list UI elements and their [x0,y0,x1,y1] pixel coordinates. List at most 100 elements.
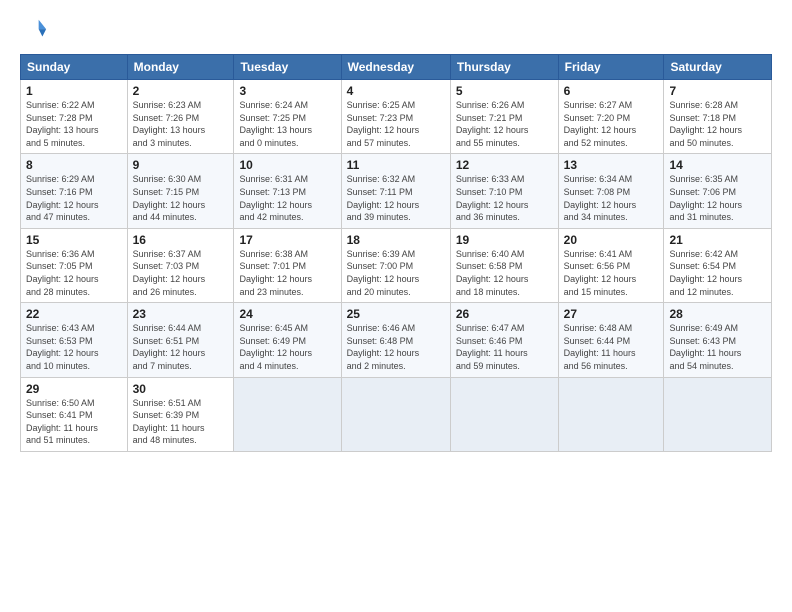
day-number: 10 [239,158,335,172]
day-info: Sunrise: 6:47 AMSunset: 6:46 PMDaylight:… [456,322,553,372]
day-cell: 19Sunrise: 6:40 AMSunset: 6:58 PMDayligh… [450,228,558,302]
day-cell [450,377,558,451]
day-number: 22 [26,307,122,321]
day-number: 21 [669,233,766,247]
day-info: Sunrise: 6:37 AMSunset: 7:03 PMDaylight:… [133,248,229,298]
day-cell: 5Sunrise: 6:26 AMSunset: 7:21 PMDaylight… [450,80,558,154]
day-number: 17 [239,233,335,247]
col-header-saturday: Saturday [664,55,772,80]
day-info: Sunrise: 6:49 AMSunset: 6:43 PMDaylight:… [669,322,766,372]
day-info: Sunrise: 6:24 AMSunset: 7:25 PMDaylight:… [239,99,335,149]
day-cell: 13Sunrise: 6:34 AMSunset: 7:08 PMDayligh… [558,154,664,228]
calendar-page: SundayMondayTuesdayWednesdayThursdayFrid… [0,0,792,612]
day-info: Sunrise: 6:22 AMSunset: 7:28 PMDaylight:… [26,99,122,149]
day-info: Sunrise: 6:50 AMSunset: 6:41 PMDaylight:… [26,397,122,447]
col-header-friday: Friday [558,55,664,80]
day-info: Sunrise: 6:29 AMSunset: 7:16 PMDaylight:… [26,173,122,223]
day-info: Sunrise: 6:25 AMSunset: 7:23 PMDaylight:… [347,99,445,149]
day-info: Sunrise: 6:41 AMSunset: 6:56 PMDaylight:… [564,248,659,298]
day-number: 7 [669,84,766,98]
day-info: Sunrise: 6:36 AMSunset: 7:05 PMDaylight:… [26,248,122,298]
day-info: Sunrise: 6:27 AMSunset: 7:20 PMDaylight:… [564,99,659,149]
day-number: 1 [26,84,122,98]
day-number: 23 [133,307,229,321]
header [20,16,772,44]
day-info: Sunrise: 6:46 AMSunset: 6:48 PMDaylight:… [347,322,445,372]
day-number: 13 [564,158,659,172]
day-cell: 25Sunrise: 6:46 AMSunset: 6:48 PMDayligh… [341,303,450,377]
day-cell: 4Sunrise: 6:25 AMSunset: 7:23 PMDaylight… [341,80,450,154]
week-row-5: 29Sunrise: 6:50 AMSunset: 6:41 PMDayligh… [21,377,772,451]
day-number: 12 [456,158,553,172]
day-cell: 28Sunrise: 6:49 AMSunset: 6:43 PMDayligh… [664,303,772,377]
day-number: 5 [456,84,553,98]
col-header-tuesday: Tuesday [234,55,341,80]
calendar-table: SundayMondayTuesdayWednesdayThursdayFrid… [20,54,772,452]
day-cell: 24Sunrise: 6:45 AMSunset: 6:49 PMDayligh… [234,303,341,377]
day-number: 18 [347,233,445,247]
day-cell: 22Sunrise: 6:43 AMSunset: 6:53 PMDayligh… [21,303,128,377]
day-number: 29 [26,382,122,396]
day-cell: 9Sunrise: 6:30 AMSunset: 7:15 PMDaylight… [127,154,234,228]
week-row-1: 1Sunrise: 6:22 AMSunset: 7:28 PMDaylight… [21,80,772,154]
day-cell: 8Sunrise: 6:29 AMSunset: 7:16 PMDaylight… [21,154,128,228]
day-cell: 20Sunrise: 6:41 AMSunset: 6:56 PMDayligh… [558,228,664,302]
day-info: Sunrise: 6:44 AMSunset: 6:51 PMDaylight:… [133,322,229,372]
day-info: Sunrise: 6:43 AMSunset: 6:53 PMDaylight:… [26,322,122,372]
day-cell: 30Sunrise: 6:51 AMSunset: 6:39 PMDayligh… [127,377,234,451]
day-info: Sunrise: 6:34 AMSunset: 7:08 PMDaylight:… [564,173,659,223]
day-info: Sunrise: 6:38 AMSunset: 7:01 PMDaylight:… [239,248,335,298]
day-cell [664,377,772,451]
day-number: 20 [564,233,659,247]
day-info: Sunrise: 6:35 AMSunset: 7:06 PMDaylight:… [669,173,766,223]
day-number: 16 [133,233,229,247]
day-info: Sunrise: 6:26 AMSunset: 7:21 PMDaylight:… [456,99,553,149]
day-info: Sunrise: 6:31 AMSunset: 7:13 PMDaylight:… [239,173,335,223]
day-number: 30 [133,382,229,396]
day-cell: 29Sunrise: 6:50 AMSunset: 6:41 PMDayligh… [21,377,128,451]
day-info: Sunrise: 6:23 AMSunset: 7:26 PMDaylight:… [133,99,229,149]
day-info: Sunrise: 6:40 AMSunset: 6:58 PMDaylight:… [456,248,553,298]
day-number: 4 [347,84,445,98]
day-cell [341,377,450,451]
day-info: Sunrise: 6:51 AMSunset: 6:39 PMDaylight:… [133,397,229,447]
day-cell [558,377,664,451]
day-info: Sunrise: 6:42 AMSunset: 6:54 PMDaylight:… [669,248,766,298]
day-cell: 27Sunrise: 6:48 AMSunset: 6:44 PMDayligh… [558,303,664,377]
day-number: 8 [26,158,122,172]
day-cell: 15Sunrise: 6:36 AMSunset: 7:05 PMDayligh… [21,228,128,302]
day-info: Sunrise: 6:48 AMSunset: 6:44 PMDaylight:… [564,322,659,372]
week-row-4: 22Sunrise: 6:43 AMSunset: 6:53 PMDayligh… [21,303,772,377]
week-row-3: 15Sunrise: 6:36 AMSunset: 7:05 PMDayligh… [21,228,772,302]
day-number: 14 [669,158,766,172]
day-info: Sunrise: 6:33 AMSunset: 7:10 PMDaylight:… [456,173,553,223]
day-number: 19 [456,233,553,247]
day-number: 25 [347,307,445,321]
day-number: 28 [669,307,766,321]
day-number: 11 [347,158,445,172]
day-number: 6 [564,84,659,98]
day-cell: 10Sunrise: 6:31 AMSunset: 7:13 PMDayligh… [234,154,341,228]
day-cell: 18Sunrise: 6:39 AMSunset: 7:00 PMDayligh… [341,228,450,302]
day-info: Sunrise: 6:39 AMSunset: 7:00 PMDaylight:… [347,248,445,298]
day-cell: 12Sunrise: 6:33 AMSunset: 7:10 PMDayligh… [450,154,558,228]
day-number: 26 [456,307,553,321]
day-cell: 11Sunrise: 6:32 AMSunset: 7:11 PMDayligh… [341,154,450,228]
day-cell: 3Sunrise: 6:24 AMSunset: 7:25 PMDaylight… [234,80,341,154]
day-number: 27 [564,307,659,321]
day-cell: 14Sunrise: 6:35 AMSunset: 7:06 PMDayligh… [664,154,772,228]
logo-icon [20,16,48,44]
day-info: Sunrise: 6:28 AMSunset: 7:18 PMDaylight:… [669,99,766,149]
week-row-2: 8Sunrise: 6:29 AMSunset: 7:16 PMDaylight… [21,154,772,228]
day-info: Sunrise: 6:45 AMSunset: 6:49 PMDaylight:… [239,322,335,372]
day-number: 24 [239,307,335,321]
day-cell: 26Sunrise: 6:47 AMSunset: 6:46 PMDayligh… [450,303,558,377]
day-cell: 1Sunrise: 6:22 AMSunset: 7:28 PMDaylight… [21,80,128,154]
day-info: Sunrise: 6:32 AMSunset: 7:11 PMDaylight:… [347,173,445,223]
header-row: SundayMondayTuesdayWednesdayThursdayFrid… [21,55,772,80]
col-header-thursday: Thursday [450,55,558,80]
day-cell: 6Sunrise: 6:27 AMSunset: 7:20 PMDaylight… [558,80,664,154]
col-header-sunday: Sunday [21,55,128,80]
day-info: Sunrise: 6:30 AMSunset: 7:15 PMDaylight:… [133,173,229,223]
day-number: 15 [26,233,122,247]
